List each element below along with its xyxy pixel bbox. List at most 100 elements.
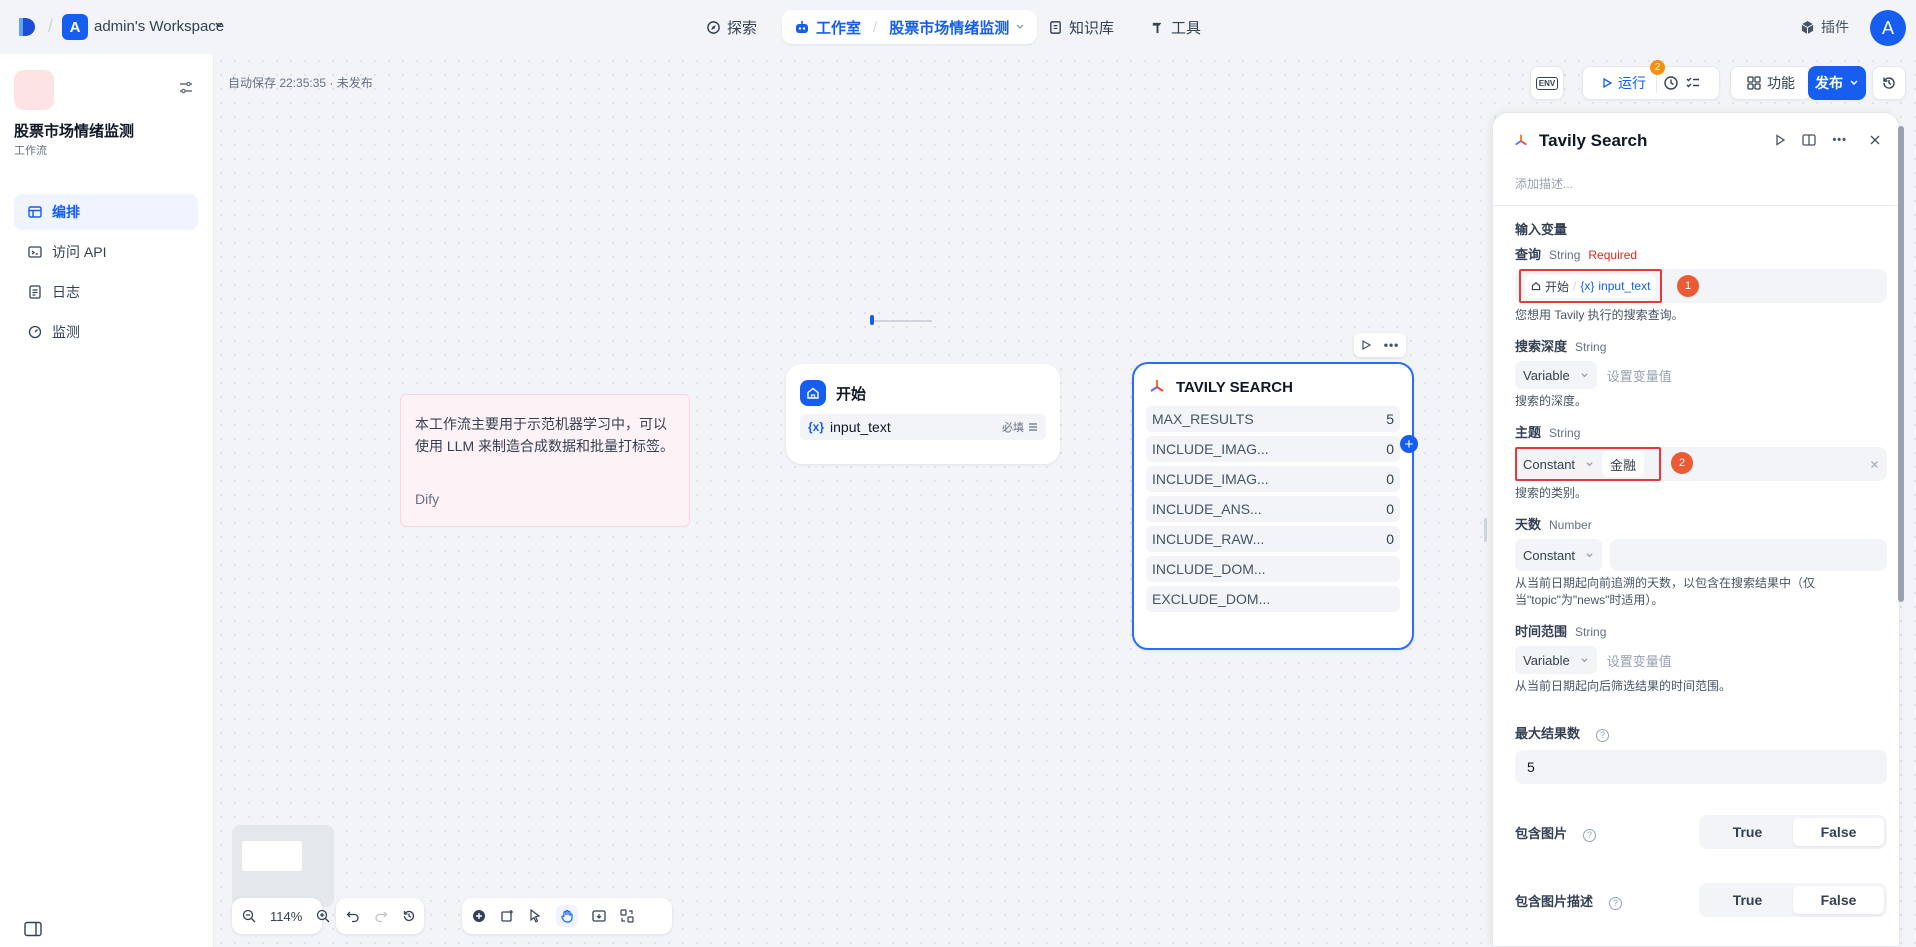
topic-value[interactable]: 金融 [1602, 451, 1645, 477]
panel-body: 输入变量 查询 String Required 开始 / {x} input_t… [1515, 219, 1887, 922]
false-option[interactable]: False [1793, 886, 1884, 914]
grid-icon [1747, 76, 1761, 90]
help-icon[interactable]: ? [1596, 729, 1610, 742]
sidebar-item-monitoring[interactable]: 监测 [14, 314, 198, 350]
sidebar-menu: 编排 访问 API 日志 监测 [14, 194, 198, 354]
workspace-name[interactable]: admin's Workspace [94, 18, 224, 35]
description-input[interactable]: 添加描述... [1515, 175, 1573, 192]
param-name: INCLUDE_DOM... [1152, 561, 1266, 577]
pointer-icon[interactable] [528, 909, 542, 923]
sidebar-item-orchestrate[interactable]: 编排 [14, 194, 198, 230]
nav-studio[interactable]: 工作室 / 股票市场情绪监测 [782, 10, 1038, 44]
panel-scrollbar[interactable] [1898, 126, 1904, 602]
sidebar-item-logs[interactable]: 日志 [14, 274, 198, 310]
more-icon[interactable]: ••• [1832, 134, 1847, 146]
play-icon [1601, 77, 1613, 89]
compass-icon [706, 20, 721, 35]
export-image-icon[interactable] [592, 909, 606, 923]
nav-current-app[interactable]: 股票市场情绪监测 [889, 17, 1009, 38]
start-node[interactable]: 开始 {x} input_text 必填 [786, 364, 1060, 464]
features-button[interactable]: 功能 [1730, 66, 1812, 100]
true-option[interactable]: True [1702, 818, 1793, 846]
chevron-down-icon [1580, 371, 1589, 380]
more-icon[interactable]: ••• [1384, 338, 1400, 352]
zoom-out-icon[interactable] [242, 909, 256, 923]
redo-icon[interactable] [374, 909, 388, 923]
topic-input[interactable]: Constant 金融 2 [1515, 447, 1887, 481]
annotation-badge-2: 2 [1671, 452, 1693, 474]
days-mode-select[interactable]: Constant [1515, 539, 1603, 571]
search-depth-mode-select[interactable]: Variable [1515, 361, 1597, 389]
help-icon[interactable]: ? [1609, 896, 1623, 910]
zoom-level[interactable]: 114% [270, 909, 302, 924]
false-option[interactable]: False [1793, 818, 1884, 846]
robot-icon [794, 19, 810, 35]
add-note-icon[interactable] [500, 909, 514, 923]
version-history-button[interactable] [1872, 66, 1906, 100]
add-node-icon[interactable] [472, 909, 486, 923]
user-avatar[interactable]: A [1870, 10, 1906, 46]
chevron-down-icon [1849, 78, 1859, 88]
history-icon [1881, 75, 1897, 91]
start-node-handle[interactable] [870, 315, 874, 325]
panel-title[interactable]: Tavily Search [1539, 131, 1647, 151]
topic-mode-select[interactable]: Constant [1521, 450, 1596, 478]
panel-actions: ••• [1774, 133, 1881, 147]
time-range-label: 时间范围 String [1515, 621, 1887, 640]
variable-reference-chip[interactable]: 开始 / {x} input_text [1525, 274, 1657, 298]
tavily-logo-icon [1148, 378, 1166, 396]
history-icon[interactable] [402, 909, 416, 923]
organize-icon[interactable] [620, 909, 634, 923]
clear-icon[interactable] [1870, 460, 1879, 469]
param-value: 0 [1386, 441, 1394, 457]
tavily-param-row: INCLUDE_RAW... 0 [1146, 526, 1400, 552]
hand-icon[interactable] [556, 905, 578, 927]
max-results-label-text: 最大结果数 [1515, 726, 1581, 741]
split-view-icon[interactable] [1802, 133, 1817, 147]
plugins-button[interactable]: 插件 [1800, 17, 1849, 37]
search-depth-placeholder[interactable]: 设置变量值 [1607, 366, 1672, 385]
run-button[interactable]: 运行 [1601, 73, 1657, 93]
chevron-down-icon[interactable] [214, 20, 224, 30]
edge-start-to-tavily[interactable] [872, 320, 932, 322]
close-icon[interactable] [1869, 134, 1881, 146]
start-node-variable[interactable]: {x} input_text 必填 [800, 414, 1046, 440]
chevron-down-icon[interactable] [1015, 22, 1025, 32]
nav-explore[interactable]: 探索 [694, 10, 769, 44]
canvas-note[interactable]: 本工作流主要用于示范机器学习中，可以使用 LLM 来制造合成数据和批量打标签。 … [400, 394, 690, 527]
nav-tools[interactable]: 工具 [1138, 10, 1213, 44]
sidebar-item-api[interactable]: 访问 API [14, 234, 198, 270]
panel-resize-handle[interactable] [1484, 518, 1487, 542]
sliders-icon[interactable] [178, 80, 194, 96]
tavily-param-list: MAX_RESULTS 5 INCLUDE_IMAG... 0 INCLUDE_IMAG… [1134, 402, 1412, 612]
days-value-input[interactable] [1610, 539, 1887, 571]
collapse-sidebar-icon[interactable] [24, 921, 42, 937]
time-range-mode-select[interactable]: Variable [1515, 646, 1597, 674]
play-icon[interactable] [1774, 134, 1786, 146]
add-next-node-button[interactable]: + [1400, 435, 1418, 453]
query-label: 查询 String Required [1515, 244, 1887, 263]
zoom-in-icon[interactable] [316, 909, 330, 923]
history-run-icon[interactable] [1663, 75, 1679, 91]
param-name: INCLUDE_RAW... [1152, 531, 1265, 547]
checklist-icon[interactable] [1685, 75, 1701, 91]
env-button[interactable]: ENV [1530, 66, 1564, 100]
publish-button[interactable]: 发布 [1808, 66, 1866, 100]
dify-logo-icon[interactable] [16, 16, 38, 38]
tavily-search-node[interactable]: TAVILY SEARCH MAX_RESULTS 5 INCLUDE_IMAG..… [1132, 362, 1414, 650]
workspace-avatar[interactable]: A [62, 14, 88, 40]
play-icon[interactable] [1361, 340, 1371, 350]
minimap[interactable] [232, 825, 334, 907]
undo-icon[interactable] [346, 909, 360, 923]
query-input[interactable]: 开始 / {x} input_text 1 [1515, 269, 1887, 303]
max-results-input[interactable]: 5 [1515, 750, 1887, 784]
dashboard-icon [28, 325, 42, 339]
tavily-node-title: TAVILY SEARCH [1176, 378, 1293, 396]
help-icon[interactable]: ? [1583, 828, 1597, 842]
chevron-down-icon [1585, 551, 1594, 560]
topic-label: 主题 String [1515, 422, 1887, 441]
true-option[interactable]: True [1702, 886, 1793, 914]
time-range-placeholder[interactable]: 设置变量值 [1607, 651, 1672, 670]
nav-knowledge[interactable]: 知识库 [1036, 10, 1126, 44]
features-label: 功能 [1767, 75, 1795, 91]
